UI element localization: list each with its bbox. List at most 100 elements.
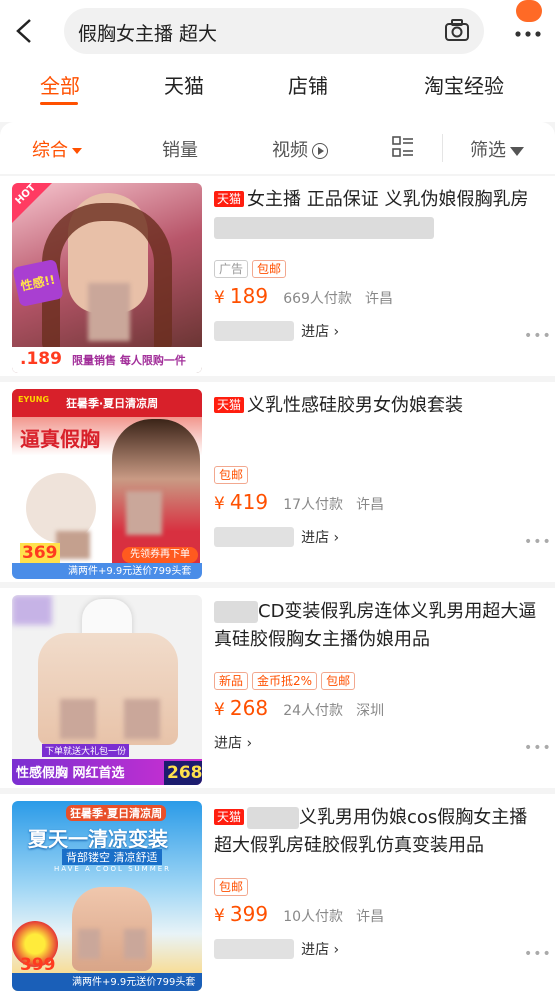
redacted-logo [12,595,52,625]
thumb-banner-text: 性感假胸 网红首选 [16,766,125,781]
shop-row: 进店 › ••• [214,526,551,550]
sort-sales[interactable]: 销量 [162,136,198,162]
sales-count: 24人付款 [283,703,344,719]
more-options-icon[interactable]: ••• [524,534,552,550]
thumb-brand: EYUNG [18,395,50,404]
ad-tag: 广告 [214,260,249,278]
play-icon [312,143,328,159]
product-info: 天猫 义乳男用伪娘cos假胸女主播超大假乳房硅胶假乳仿真变装用品 包邮 ¥ 399… [214,804,551,962]
search-query[interactable]: 假胸女主播 超大 [78,19,217,46]
more-options-icon[interactable]: ••• [524,328,552,344]
thumb-price: .189 [20,349,62,369]
enter-shop-link[interactable]: 进店 › [301,324,339,340]
funnel-icon [510,146,524,156]
sort-video[interactable]: 视频 [272,136,328,162]
product-price: 399 [229,902,269,926]
top-bar: 假胸女主播 超大 全部 天猫 店铺 淘宝经验 [0,0,555,122]
thumb-small-text: 下单就送大礼包一份 [42,744,130,757]
product-price: 268 [229,696,269,720]
redacted-shop-name [214,938,294,959]
product-card[interactable]: EYUNG 狂暑季·夏日清凉周 逼真假胸 先领券再下单 满两件+9.9元送价79… [0,382,555,582]
more-options-icon[interactable]: ••• [524,740,552,756]
redacted-shop-name [214,526,294,547]
currency-symbol: ¥ [214,494,225,514]
product-card[interactable]: 狂暑季·夏日清凉周 夏天一清凉变装 背部镂空 清凉舒适 HAVE A COOL … [0,794,555,994]
price-row: ¥ 399 10人付款 许昌 [214,902,544,932]
search-box[interactable]: 假胸女主播 超大 [64,8,484,54]
product-image[interactable]: 狂暑季·夏日清凉周 夏天一清凉变装 背部镂空 清凉舒适 HAVE A COOL … [12,801,202,991]
tmall-badge: 天猫 [214,397,245,413]
enter-shop-label: 进店 [301,323,330,340]
thumb-price: 268 [164,761,202,785]
sales-count: 17人付款 [283,497,344,513]
censored-area [124,929,146,959]
thumb-coupon: 先领券再下单 [122,547,198,563]
currency-symbol: ¥ [214,288,225,308]
price-row: ¥ 419 17人付款 许昌 [214,490,544,520]
sort-comprehensive[interactable]: 综合 [32,136,82,162]
more-options-icon[interactable]: ••• [524,946,552,962]
product-title[interactable]: CD变装假乳房连体义乳男用超大逼真硅胶假胸女主播伪娘用品 [214,598,544,654]
product-price: 419 [229,490,269,514]
thumb-top-text: 狂暑季·夏日清凉周 [66,397,159,410]
tab-tmall[interactable]: 天猫 [164,70,204,99]
product-title-text: 女主播 正品保证 义乳伪娘假胸乳房 [247,189,529,210]
enter-shop-label: 进店 [301,529,330,546]
tab-shops[interactable]: 店铺 [288,70,328,99]
redacted-text [247,807,300,829]
back-arrow-icon[interactable] [10,16,40,46]
thumb-price-value: 189 [26,349,62,369]
thumb-english: HAVE A COOL SUMMER [54,865,172,873]
divider [442,134,443,162]
tab-all[interactable]: 全部 [40,70,80,99]
thumb-banner-text: 满两件+9.9元送价799头套 [72,977,196,988]
product-image[interactable]: EYUNG 狂暑季·夏日清凉周 逼真假胸 先领券再下单 满两件+9.9元送价79… [12,389,202,579]
product-title[interactable]: 天猫 义乳性感硅胶男女伪娘套装 [214,392,544,448]
censored-area [78,929,100,959]
censored-area [88,283,130,341]
product-title-text: 义乳性感硅胶男女伪娘套装 [247,395,464,416]
more-menu-icon[interactable] [512,18,544,40]
tab-experience[interactable]: 淘宝经验 [424,70,504,99]
product-title[interactable]: 天猫 义乳男用伪娘cos假胸女主播超大假乳房硅胶假乳仿真变装用品 [214,804,544,860]
enter-shop-link[interactable]: 进店 › [301,942,339,958]
censored-area [60,699,96,739]
redacted-text [214,601,258,623]
free-shipping-tag: 包邮 [252,260,287,278]
active-tab-indicator [40,102,78,105]
price-row: ¥ 189 669人付款 许昌 [214,284,544,314]
thumb-banner-text: 限量销售 每人限购一件 [72,354,186,367]
camera-icon[interactable] [444,18,470,44]
thumb-price: 399 [20,955,56,975]
shop-row: 进店 › ••• [214,732,551,757]
new-tag: 新品 [214,672,249,690]
sort-comprehensive-label: 综合 [32,140,68,161]
enter-shop-link[interactable]: 进店 › [301,530,339,546]
tag-row: 包邮 [214,876,544,898]
caret-down-icon [72,148,82,154]
censored-area [124,699,160,739]
product-title[interactable]: 天猫 女主播 正品保证 义乳伪娘假胸乳房 [214,186,544,242]
coin-discount-tag: 金币抵2% [252,672,318,690]
product-info: 天猫 义乳性感硅胶男女伪娘套装 包邮 ¥ 419 17人付款 许昌 进店 › ••… [214,392,551,550]
filter-button[interactable]: 筛选 [470,136,524,162]
product-card[interactable]: HOT 性感!! .189 限量销售 每人限购一件 天猫 女主播 正品保证 义乳伪… [0,176,555,376]
tag-row: 新品 金币抵2% 包邮 [214,670,544,692]
product-price: 189 [229,284,269,308]
price-row: ¥ 268 24人付款 深圳 [214,696,544,726]
redacted-shop-name [214,320,294,341]
censored-area [126,491,162,535]
redacted-text [214,217,434,239]
tag-row: 广告 包邮 [214,258,544,280]
product-image[interactable]: 下单就送大礼包一份 性感假胸 网红首选 268 [12,595,202,785]
product-card[interactable]: 下单就送大礼包一份 性感假胸 网红首选 268 CD变装假乳房连体义乳男用超大逼… [0,588,555,788]
enter-shop-label: 进店 [214,735,242,752]
sales-count: 10人付款 [283,909,344,925]
product-image[interactable]: HOT 性感!! .189 限量销售 每人限购一件 [12,183,202,373]
location: 深圳 [356,703,385,719]
thumb-price: 369 [20,543,60,563]
list-layout-icon[interactable] [392,136,414,158]
enter-shop-label: 进店 [301,941,330,958]
currency-symbol: ¥ [214,906,225,926]
enter-shop-link[interactable]: 进店 › [214,736,252,752]
